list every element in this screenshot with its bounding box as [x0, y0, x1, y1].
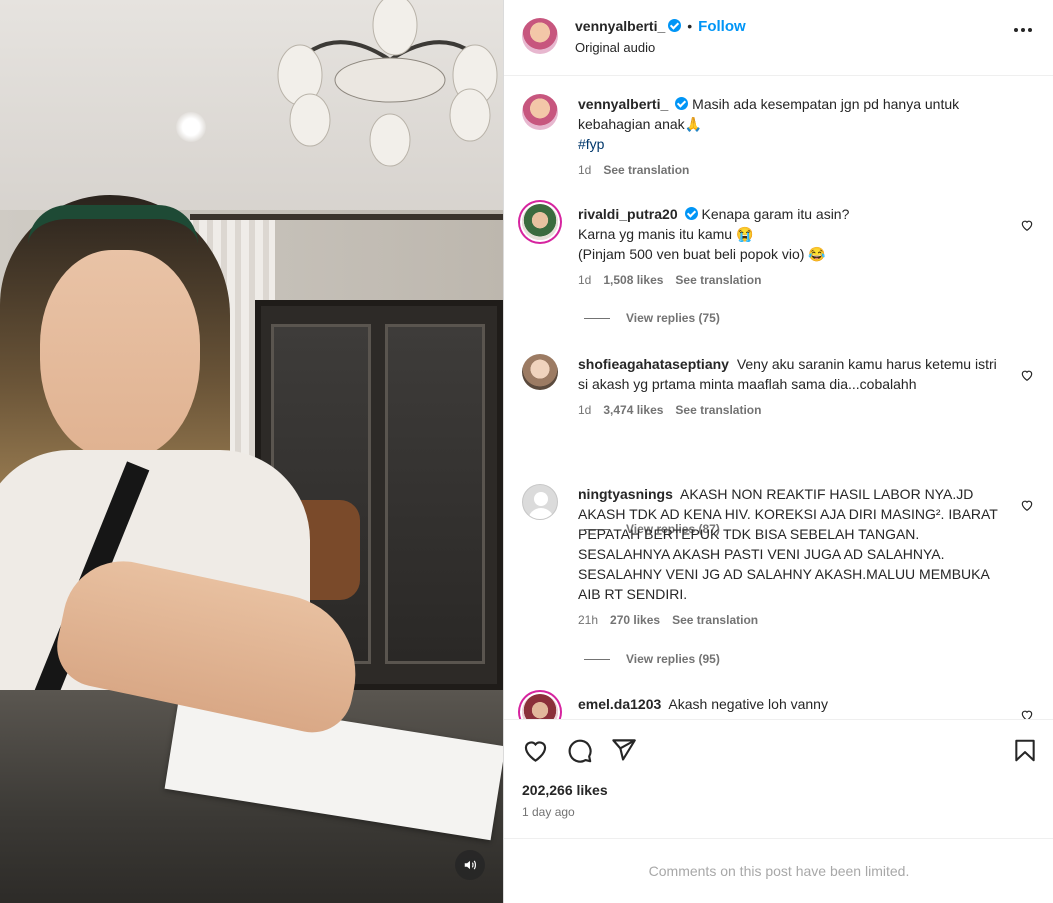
comment-likes[interactable]: 3,474 likes: [603, 403, 663, 417]
comment-likes[interactable]: 1,508 likes: [603, 273, 663, 287]
speaker-icon: [464, 860, 476, 870]
replies-line: [584, 658, 610, 660]
view-replies-label: View replies (75): [626, 311, 720, 325]
separator-dot: •: [687, 18, 693, 34]
post-actions: 202,266 likes 1 day ago: [504, 719, 1053, 839]
audio-label[interactable]: Original audio: [575, 40, 746, 55]
post-header: vennyalberti_ • Follow Original audio: [504, 0, 1053, 76]
paper-plane-icon[interactable]: [610, 737, 637, 764]
door-pane-right: [385, 324, 485, 664]
verified-badge-icon: [668, 19, 682, 32]
commenter-username[interactable]: shofieagahataseptiany: [578, 356, 729, 372]
author-avatar[interactable]: [522, 18, 558, 54]
commenter-avatar[interactable]: [522, 204, 558, 240]
chandelier: [277, 0, 498, 167]
headband: [28, 205, 198, 245]
comment-heart-icon[interactable]: [1020, 708, 1034, 719]
verified-badge-icon: [684, 207, 698, 220]
comment-heart-icon[interactable]: [1020, 218, 1034, 232]
comment-icon[interactable]: [566, 737, 593, 764]
post-video[interactable]: [0, 0, 503, 903]
post-side-panel: vennyalberti_ • Follow Original audio venn…: [503, 0, 1053, 903]
post-caption: vennyalberti_ Masih ada kesempatan jgn p…: [522, 94, 1042, 184]
author-info: vennyalberti_ • Follow Original audio: [575, 18, 746, 55]
comment-item: emel.da1203 Akash negative loh vanny: [522, 694, 1042, 719]
comment-item: rivaldi_putra20 Kenapa garam itu asin? K…: [522, 204, 1042, 334]
comment-text: AKASH NON REAKTIF HASIL LABOR NYA.JD AKA…: [578, 486, 998, 602]
commenter-username[interactable]: rivaldi_putra20: [578, 206, 678, 222]
see-translation-link[interactable]: See translation: [675, 403, 761, 417]
comment-likes[interactable]: 270 likes: [610, 613, 660, 627]
comments-list[interactable]: vennyalberti_ Masih ada kesempatan jgn p…: [504, 77, 1053, 719]
commenter-username[interactable]: ningtyasnings: [578, 486, 673, 502]
see-translation-link[interactable]: See translation: [603, 163, 689, 177]
comment-heart-icon[interactable]: [1020, 498, 1034, 512]
author-username[interactable]: vennyalberti_: [575, 18, 665, 34]
see-translation-link[interactable]: See translation: [672, 613, 758, 627]
see-translation-link[interactable]: See translation: [675, 273, 761, 287]
view-replies-label: View replies (95): [626, 652, 720, 666]
comment-text: Akash negative loh vanny: [668, 696, 828, 712]
caption-username[interactable]: vennyalberti_: [578, 96, 668, 112]
bookmark-icon[interactable]: [1012, 737, 1038, 764]
person-face: [40, 250, 200, 460]
follow-button[interactable]: Follow: [698, 18, 746, 35]
comment-text-line: Karna yg manis itu kamu 😭: [578, 226, 754, 242]
mute-toggle-button[interactable]: [455, 850, 485, 880]
caption-avatar[interactable]: [522, 94, 558, 130]
verified-badge-icon: [675, 97, 689, 110]
likes-count[interactable]: 202,266 likes: [522, 782, 608, 798]
commenter-avatar[interactable]: [522, 484, 558, 520]
commenter-username[interactable]: emel.da1203: [578, 696, 661, 712]
comment-time: 1d: [578, 403, 592, 417]
comment-item: shofieagahataseptiany Veny aku saranin k…: [522, 354, 1042, 536]
comment-text-line: (Pinjam 500 ven buat beli popok vio) 😂: [578, 246, 826, 262]
view-replies-button[interactable]: View replies (95): [584, 652, 720, 666]
comment-heart-icon[interactable]: [1020, 368, 1034, 382]
view-replies-button[interactable]: View replies (75): [584, 311, 720, 325]
ceiling-light: [176, 112, 206, 142]
commenter-avatar[interactable]: [522, 694, 558, 719]
replies-line: [584, 317, 610, 319]
comment-item: ningtyasnings AKASH NON REAKTIF HASIL LA…: [522, 484, 1042, 674]
hashtag-link[interactable]: #fyp: [578, 136, 604, 152]
commenter-avatar[interactable]: [522, 354, 558, 390]
post-time: 1 day ago: [522, 805, 575, 819]
heart-icon[interactable]: [522, 737, 549, 764]
comment-time: 21h: [578, 613, 599, 627]
comments-limited-notice: Comments on this post have been limited.: [504, 838, 1053, 903]
caption-time: 1d: [578, 163, 592, 177]
more-options-icon[interactable]: [1014, 28, 1032, 32]
comment-time: 1d: [578, 273, 592, 287]
comment-text-line: Kenapa garam itu asin?: [701, 206, 850, 222]
